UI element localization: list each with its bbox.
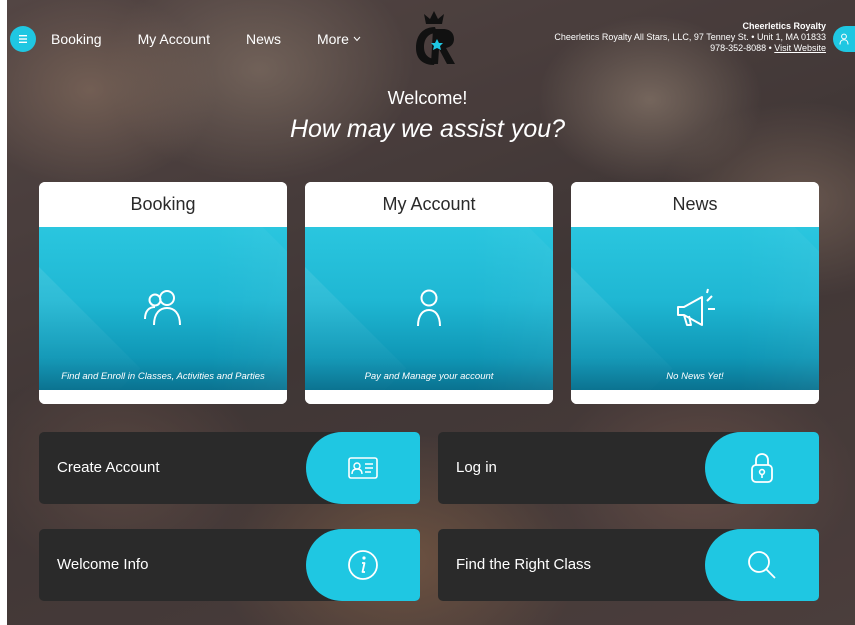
pill-icon-tab: [705, 529, 819, 601]
lock-icon: [751, 453, 773, 483]
nav-booking[interactable]: Booking: [51, 31, 102, 47]
id-card-icon: [348, 457, 378, 479]
card-title: News: [571, 182, 819, 227]
hamburger-icon: [19, 35, 27, 44]
pill-label: Create Account: [57, 459, 160, 476]
brand-logo[interactable]: [409, 8, 459, 68]
menu-button[interactable]: [10, 26, 36, 52]
people-icon: [144, 290, 181, 326]
card-body: Pay and Manage your account: [305, 227, 553, 390]
pill-label: Log in: [456, 459, 497, 476]
pill-icon-tab: [306, 432, 420, 504]
org-address: Cheerletics Royalty All Stars, LLC, 97 T…: [554, 32, 826, 42]
card-body: No News Yet!: [571, 227, 819, 390]
org-name: Cheerletics Royalty: [742, 21, 826, 31]
card-caption: Find and Enroll in Classes, Activities a…: [61, 371, 265, 382]
org-phone: 978-352-8088: [710, 43, 767, 53]
card-title: Booking: [39, 182, 287, 227]
welcome-info-button[interactable]: Welcome Info: [39, 529, 420, 601]
card-caption: Pay and Manage your account: [364, 371, 494, 382]
nav-more[interactable]: More: [317, 31, 361, 47]
create-account-button[interactable]: Create Account: [39, 432, 420, 504]
card-footer: [571, 390, 819, 404]
chevron-down-icon: [353, 34, 361, 44]
pill-label: Find the Right Class: [456, 556, 592, 573]
nav-news[interactable]: News: [246, 31, 281, 47]
search-icon: [748, 551, 776, 579]
top-nav: Booking My Account News More: [51, 31, 397, 47]
nav-more-label: More: [316, 31, 349, 47]
org-info: Cheerletics Royalty Cheerletics Royalty …: [554, 21, 826, 54]
card-body: Find and Enroll in Classes, Activities a…: [39, 227, 287, 390]
pill-icon-tab: [705, 432, 819, 504]
pill-label: Welcome Info: [57, 556, 149, 573]
megaphone-icon: [677, 288, 715, 326]
card-caption: No News Yet!: [666, 371, 724, 382]
nav-my-account[interactable]: My Account: [138, 31, 210, 47]
account-button[interactable]: [833, 26, 855, 52]
welcome-heading: Welcome!: [387, 88, 468, 108]
card-booking[interactable]: Booking Find and Enroll in Classes, Acti…: [39, 182, 287, 404]
pill-icon-tab: [306, 529, 420, 601]
visit-website-link[interactable]: Visit Website: [774, 43, 826, 53]
card-my-account[interactable]: My Account Pay and Manage your account: [305, 182, 553, 404]
card-news[interactable]: News No News Yet!: [571, 182, 819, 404]
user-icon: [417, 289, 441, 327]
user-icon: [839, 33, 849, 45]
assist-heading: How may we assist you?: [289, 115, 566, 143]
card-title: My Account: [305, 182, 553, 227]
log-in-button[interactable]: Log in: [438, 432, 819, 504]
card-footer: [39, 390, 287, 404]
card-footer: [305, 390, 553, 404]
find-right-class-button[interactable]: Find the Right Class: [438, 529, 819, 601]
info-icon: [348, 550, 378, 580]
